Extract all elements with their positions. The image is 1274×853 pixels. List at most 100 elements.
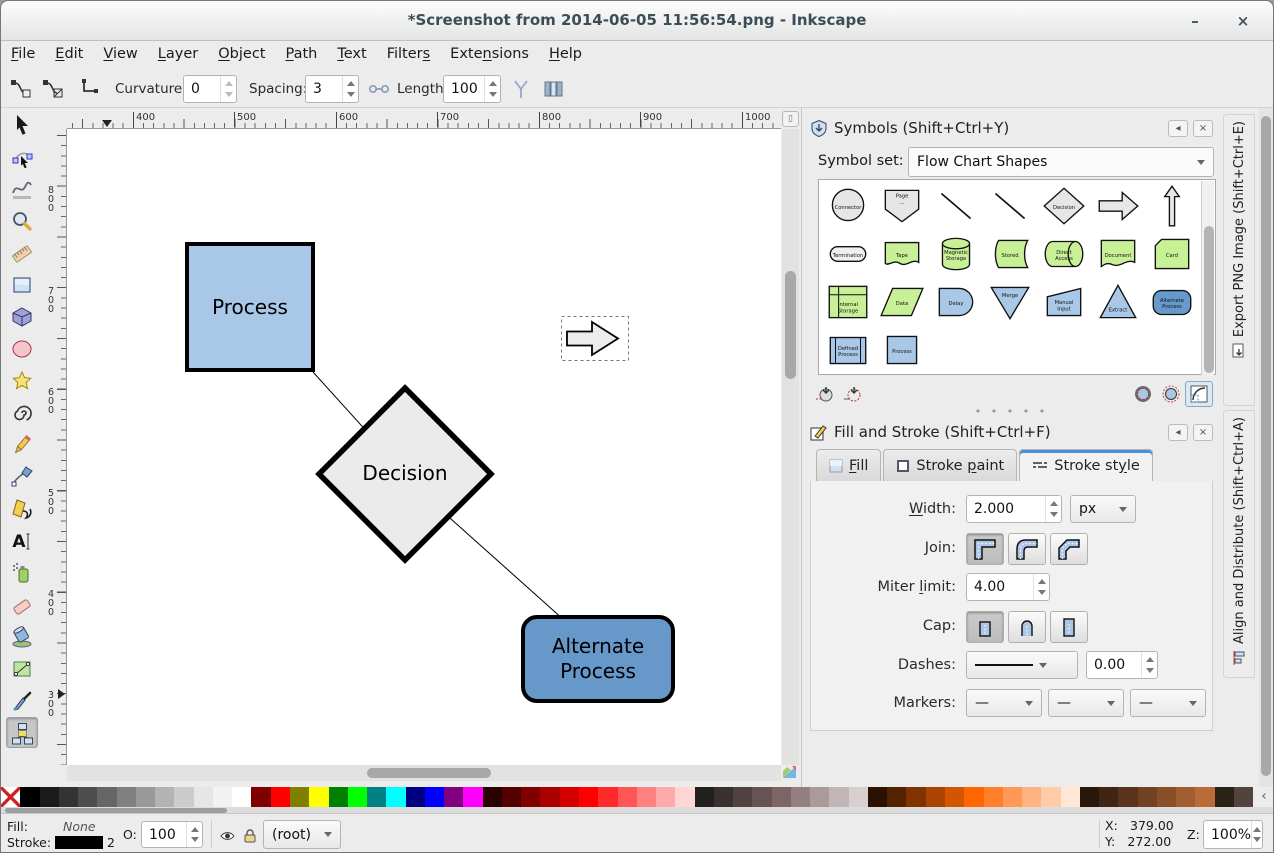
- symbol-internal-storage[interactable]: InternalStorage: [821, 278, 875, 326]
- symbol-connector[interactable]: Connector: [821, 182, 875, 230]
- palette-swatch[interactable]: [367, 787, 386, 807]
- tool-bucket[interactable]: [6, 621, 38, 652]
- symbols-grid-scrollbar-thumb[interactable]: [1204, 226, 1214, 373]
- palette-swatch[interactable]: [329, 787, 348, 807]
- minimize-button[interactable]: –: [1183, 9, 1207, 33]
- symbol-data[interactable]: Data: [875, 278, 929, 326]
- tool-star[interactable]: [6, 365, 38, 396]
- symbols-grid-scrollbar[interactable]: [1201, 181, 1214, 375]
- palette-swatch[interactable]: [425, 787, 444, 807]
- palette-swatch[interactable]: [1138, 787, 1157, 807]
- palette-swatch[interactable]: [1195, 787, 1214, 807]
- tool-calligraphy[interactable]: [6, 493, 38, 524]
- palette-swatch[interactable]: [849, 787, 868, 807]
- remove-overlaps-icon[interactable]: [541, 77, 565, 101]
- zoom-spinner[interactable]: 100%: [1203, 820, 1263, 849]
- palette-swatch[interactable]: [309, 787, 328, 807]
- titlebar[interactable]: *Screenshot from 2014-06-05 11:56:54.png…: [1, 1, 1273, 41]
- palette-swatch[interactable]: [40, 787, 59, 807]
- menu-object[interactable]: Object: [208, 41, 275, 67]
- palette-swatch[interactable]: [1234, 787, 1253, 807]
- vertical-scrollbar-thumb[interactable]: [785, 271, 796, 379]
- cap-round-button[interactable]: [1008, 611, 1046, 643]
- palette-swatch[interactable]: [656, 787, 675, 807]
- symbols-display-toggle-button[interactable]: [1185, 381, 1213, 407]
- symbol-stored[interactable]: Stored: [983, 230, 1037, 278]
- palette-swatch[interactable]: [1022, 787, 1041, 807]
- stroke-color-swatch[interactable]: [55, 836, 103, 849]
- palette-swatch[interactable]: [945, 787, 964, 807]
- palette-swatch[interactable]: [232, 787, 251, 807]
- symbol-defined-process[interactable]: DefinedProcess: [821, 326, 875, 374]
- palette-swatch-none[interactable]: [1, 787, 20, 807]
- arrow-shape[interactable]: [567, 322, 618, 355]
- connector-orthogonal-icon[interactable]: [77, 77, 101, 101]
- tool-tweak[interactable]: [6, 173, 38, 204]
- opacity-spinner[interactable]: 100: [141, 821, 203, 848]
- vertical-ruler[interactable]: 800700600500400300: [43, 129, 67, 765]
- palette-swatch[interactable]: [521, 787, 540, 807]
- menu-help[interactable]: Help: [539, 41, 592, 67]
- symbols-zoom-actual-button[interactable]: [1157, 381, 1185, 407]
- symbols-zoom-fit-button[interactable]: [1129, 381, 1157, 407]
- tab-export-png[interactable]: Export PNG Image (Shift+Ctrl+E): [1223, 114, 1255, 406]
- tab-stroke-paint[interactable]: Stroke paint: [883, 449, 1017, 482]
- tool-selector[interactable]: [6, 109, 38, 140]
- palette-swatch[interactable]: [502, 787, 521, 807]
- symbol-arrow-up[interactable]: [1145, 182, 1199, 230]
- palette-swatch[interactable]: [348, 787, 367, 807]
- join-bevel-button[interactable]: [1050, 533, 1088, 565]
- palette-swatch[interactable]: [733, 787, 752, 807]
- horizontal-scrollbar[interactable]: [67, 765, 781, 781]
- tool-spiral[interactable]: [6, 397, 38, 428]
- tool-box3d[interactable]: [6, 301, 38, 332]
- palette-swatch[interactable]: [97, 787, 116, 807]
- palette-swatch[interactable]: [675, 787, 694, 807]
- palette-swatch[interactable]: [1215, 787, 1234, 807]
- palette-swatch[interactable]: [598, 787, 617, 807]
- tab-stroke-style[interactable]: Stroke style: [1019, 449, 1153, 482]
- palette-swatch[interactable]: [1157, 787, 1176, 807]
- fill-stroke-collapse-button[interactable]: ◂: [1168, 424, 1188, 441]
- object-to-symbol-button[interactable]: [810, 381, 838, 407]
- palette-swatch[interactable]: [290, 787, 309, 807]
- menu-file[interactable]: File: [1, 41, 45, 67]
- horizontal-ruler[interactable]: 4005006007008009001000: [67, 111, 781, 129]
- arrow-shape-selected[interactable]: [562, 317, 629, 361]
- horizontal-scrollbar-thumb[interactable]: [367, 768, 491, 778]
- palette-swatch[interactable]: [637, 787, 656, 807]
- palette-swatch[interactable]: [59, 787, 78, 807]
- palette-swatch[interactable]: [791, 787, 810, 807]
- menu-layer[interactable]: Layer: [148, 41, 208, 67]
- palette-swatch[interactable]: [887, 787, 906, 807]
- palette-scrollbar-thumb[interactable]: [5, 808, 227, 813]
- palette-swatch[interactable]: [810, 787, 829, 807]
- fill-stroke-close-button[interactable]: ×: [1193, 424, 1213, 441]
- cap-square-button[interactable]: [1050, 611, 1088, 643]
- symbol-page[interactable]: Page...: [875, 182, 929, 230]
- palette-swatch[interactable]: [1041, 787, 1060, 807]
- palette-swatch[interactable]: [136, 787, 155, 807]
- palette-swatch[interactable]: [155, 787, 174, 807]
- palette-swatch[interactable]: [714, 787, 733, 807]
- symbols-panel-close-button[interactable]: ×: [1193, 120, 1213, 137]
- menu-text[interactable]: Text: [327, 41, 376, 67]
- color-management-icon[interactable]: [782, 765, 799, 781]
- palette-swatch[interactable]: [251, 787, 270, 807]
- fill-indicator-value[interactable]: None: [63, 819, 96, 834]
- symbol-line[interactable]: [983, 182, 1037, 230]
- tool-pencil[interactable]: [6, 429, 38, 460]
- menu-view[interactable]: View: [93, 41, 147, 67]
- process-shape[interactable]: Process: [185, 242, 315, 372]
- palette-scroll-left-button[interactable]: ‹: [1253, 787, 1274, 807]
- symbol-extract[interactable]: Extract: [1091, 278, 1145, 326]
- panel-resize-handle[interactable]: • • • • •: [802, 407, 1221, 417]
- tool-connector[interactable]: [6, 717, 38, 748]
- menu-filters[interactable]: Filters: [377, 41, 440, 67]
- palette-swatch[interactable]: [194, 787, 213, 807]
- symbol-to-object-button[interactable]: [838, 381, 866, 407]
- palette-swatch[interactable]: [868, 787, 887, 807]
- marker-end-dropdown[interactable]: —: [1130, 689, 1206, 717]
- palette-swatch[interactable]: [463, 787, 482, 807]
- stroke-width-spinner[interactable]: 2.000: [966, 495, 1062, 523]
